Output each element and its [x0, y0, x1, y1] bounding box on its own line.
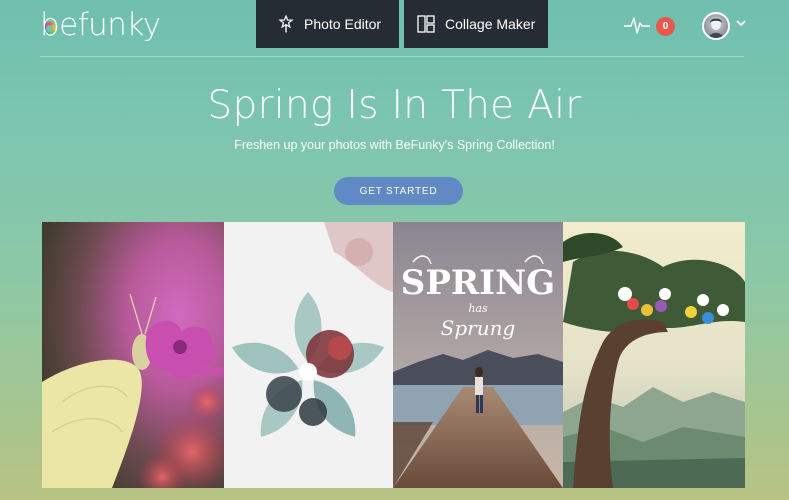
gallery-image-flower-overlay[interactable]	[224, 222, 393, 488]
chevron-down-icon[interactable]	[735, 18, 747, 28]
befunky-logo[interactable]: befunky	[40, 7, 161, 43]
overlay-text-has: has	[468, 302, 488, 315]
collage-grid-icon	[417, 15, 435, 33]
magic-wand-icon	[278, 15, 294, 33]
overlay-text-sprung: Sprung	[441, 316, 516, 340]
collage-maker-label: Collage Maker	[445, 16, 536, 32]
hero-title: Spring Is In The Air	[207, 83, 582, 128]
photo-editor-button[interactable]: Photo Editor	[256, 0, 399, 48]
user-avatar[interactable]	[702, 12, 730, 40]
notification-badge[interactable]: 0	[656, 17, 675, 36]
top-bar: befunky Photo Editor Collage Maker 0	[0, 0, 789, 56]
avatar-image	[709, 18, 723, 38]
get-started-button[interactable]: GET STARTED	[334, 177, 463, 205]
gallery-image-tree-birds[interactable]	[563, 222, 745, 488]
gallery-image-butterfly[interactable]	[42, 222, 224, 488]
collage-maker-button[interactable]: Collage Maker	[404, 0, 548, 48]
spring-gallery: SPRING has Sprung	[42, 222, 745, 488]
pulse-icon[interactable]	[623, 14, 651, 36]
gallery-image-spring-road[interactable]: SPRING has Sprung	[393, 222, 563, 488]
header-divider	[40, 56, 744, 57]
overlay-text-spring: SPRING	[401, 263, 555, 303]
photo-editor-label: Photo Editor	[304, 16, 382, 32]
hero-subtitle: Freshen up your photos with BeFunky's Sp…	[234, 138, 555, 152]
